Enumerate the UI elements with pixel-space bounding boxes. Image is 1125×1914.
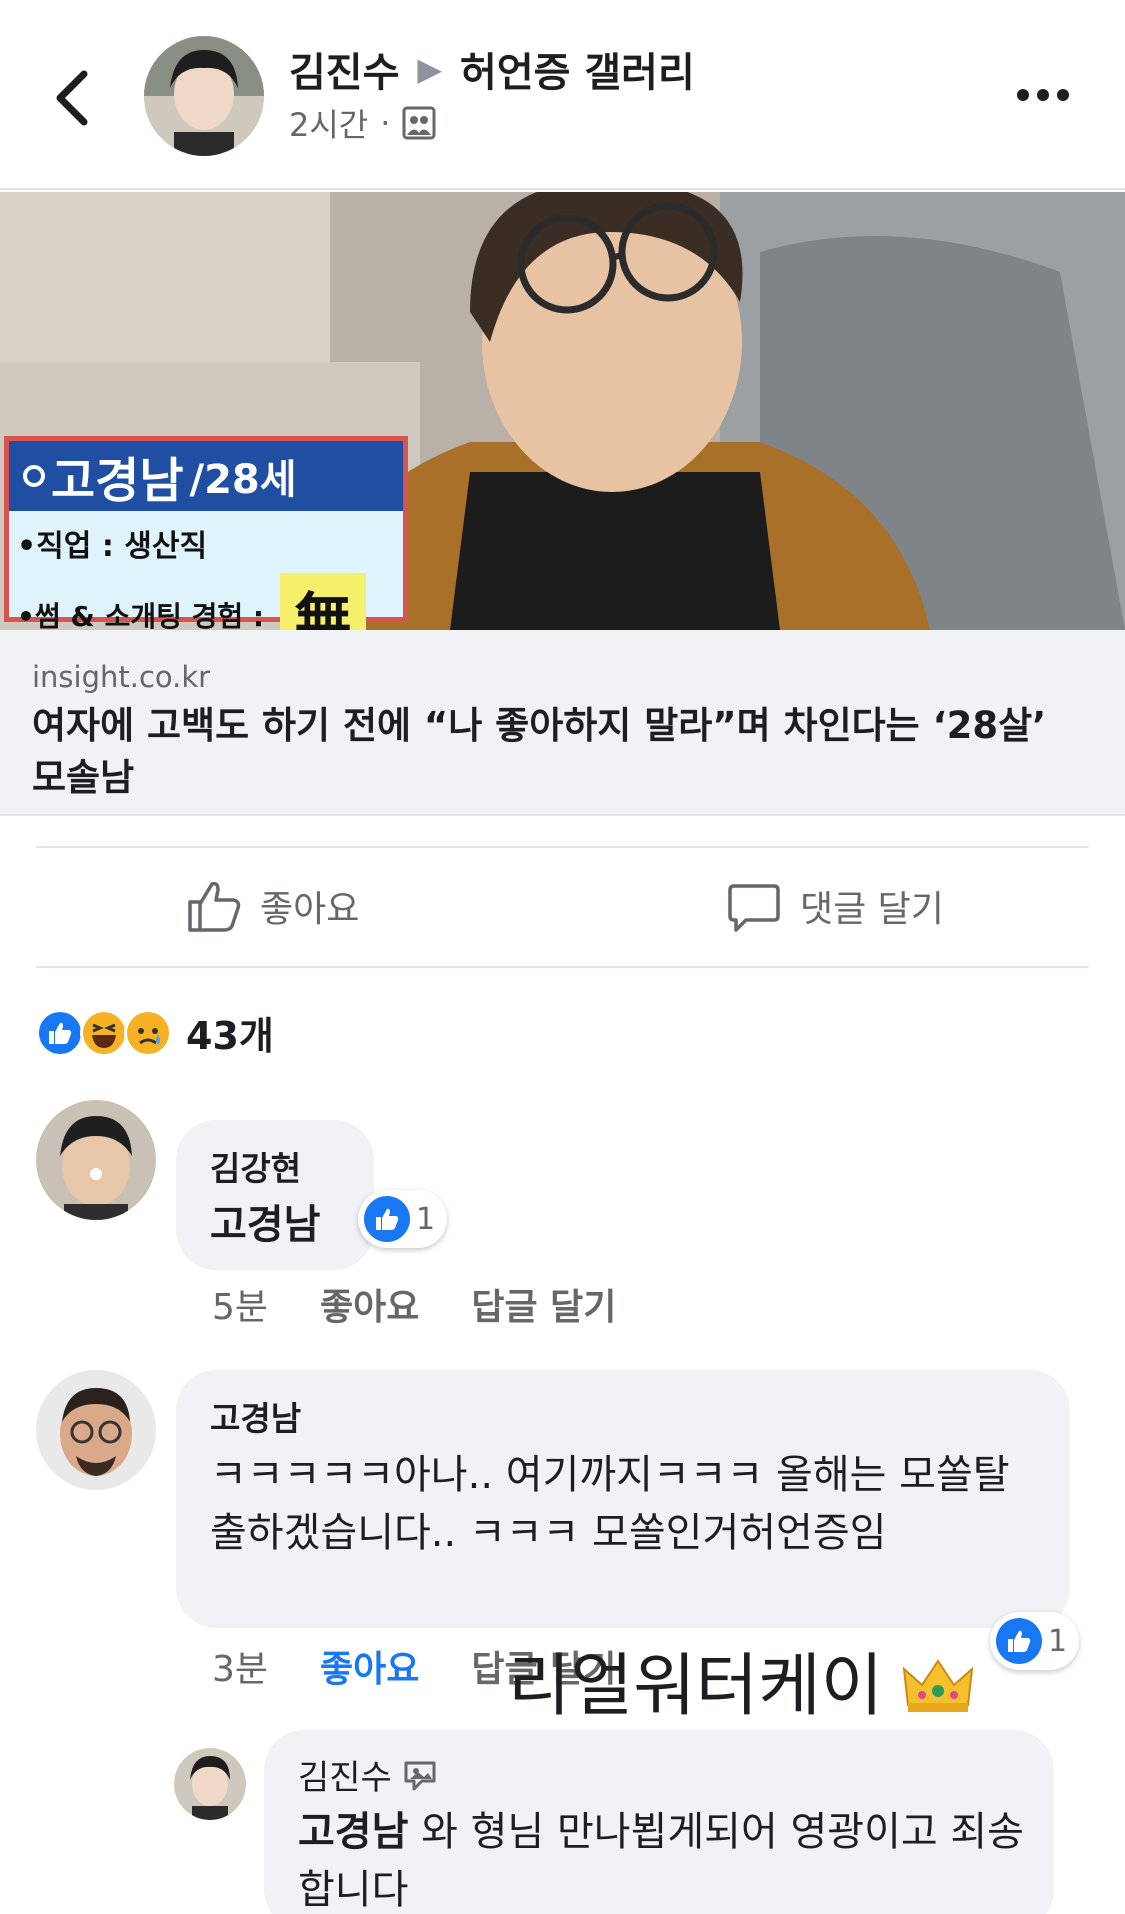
sad-reaction-icon xyxy=(124,1008,172,1057)
comment-author[interactable]: 고경남 xyxy=(210,1392,1036,1440)
more-dot-icon xyxy=(1037,89,1049,101)
reply-author-row: 김진수 xyxy=(298,1750,1020,1799)
commenter-avatar[interactable] xyxy=(36,1100,156,1220)
post-action-bar: 좋아요 댓글 달기 xyxy=(36,846,1089,968)
like-label: 좋아요 xyxy=(260,889,360,930)
caption-header: 고경남 /28세 xyxy=(9,441,403,511)
reply-avatar[interactable] xyxy=(174,1748,246,1820)
comment-like-count: 1 xyxy=(1048,1623,1068,1659)
comment-like-button[interactable]: 좋아요 xyxy=(320,1278,419,1330)
comment-like-button[interactable]: 좋아요 xyxy=(320,1640,419,1692)
comment-bubble-icon xyxy=(728,884,780,932)
more-dot-icon xyxy=(1057,89,1069,101)
comment-author[interactable]: 김강현 xyxy=(210,1142,340,1190)
caption-age: /28세 xyxy=(189,457,297,503)
link-title: 여자에 고백도 하기 전에 “나 좋아하지 말라”며 차인다는 ‘28살’ 모솔… xyxy=(32,704,1047,799)
haha-reaction-icon xyxy=(80,1008,128,1057)
caption-value: 無 xyxy=(280,573,367,630)
overlay-caption-text: 리얼워터케이 xyxy=(508,1648,884,1724)
reaction-count[interactable]: 43개 xyxy=(186,1005,274,1060)
link-preview-meta[interactable]: insight.co.kr 여자에 고백도 하기 전에 “나 좋아하지 말라”며… xyxy=(0,630,1125,816)
comment-button[interactable]: 댓글 달기 xyxy=(726,878,944,934)
like-reaction-icon xyxy=(996,1618,1042,1664)
like-reaction-icon xyxy=(364,1196,410,1242)
comment-time[interactable]: 3분 xyxy=(212,1640,268,1692)
comment-text: ㅋㅋㅋㅋㅋ아나.. 여기까지ㅋㅋㅋ 올해는 모쏠탈출하겠습니다.. ㅋㅋㅋ 모쏠… xyxy=(210,1452,1010,1556)
caption-row-job: •직업 : 생산직 xyxy=(17,529,208,564)
caption-row-dating-label: •썸 & 소개팅 경험 : xyxy=(17,600,265,630)
post-meta: 2시간 · xyxy=(289,100,436,146)
post-header: 김진수 ▶ 허언증 갤러리 2시간 · xyxy=(0,0,1125,190)
comment-text: 고경남 xyxy=(210,1202,321,1248)
comment-bubble[interactable]: 김강현 고경남 xyxy=(176,1120,374,1270)
group-icon xyxy=(402,106,436,140)
comment-label: 댓글 달기 xyxy=(800,889,944,930)
comment-time[interactable]: 5분 xyxy=(212,1278,268,1330)
group-name[interactable]: 허언증 갤러리 xyxy=(460,40,695,98)
post-time[interactable]: 2시간 xyxy=(289,100,368,146)
caption-circle-icon xyxy=(23,465,45,487)
more-options-button[interactable] xyxy=(1003,70,1083,120)
comment-bubble[interactable]: 고경남 ㅋㅋㅋㅋㅋ아나.. 여기까지ㅋㅋㅋ 올해는 모쏠탈출하겠습니다.. ㅋㅋ… xyxy=(176,1370,1070,1628)
comment-like-count: 1 xyxy=(416,1201,436,1237)
reply-text: 고경남 와 형님 만나뵙게되어 영광이고 죄송합니다 xyxy=(298,1803,1028,1914)
chevron-left-icon xyxy=(56,70,88,126)
reply-mention[interactable]: 고경남 xyxy=(298,1809,408,1855)
more-dot-icon xyxy=(1017,89,1029,101)
overlay-caption: 리얼워터케이 xyxy=(508,1630,974,1729)
comment-like-badge[interactable]: 1 xyxy=(990,1612,1080,1670)
link-preview-image[interactable]: 고경남 /28세 •직업 : 생산직 •썸 & 소개팅 경험 : 無 xyxy=(0,192,1125,630)
crown-icon xyxy=(902,1659,974,1712)
comment-like-badge[interactable]: 1 xyxy=(358,1190,448,1248)
triangle-right-icon: ▶ xyxy=(417,50,443,88)
link-domain: insight.co.kr xyxy=(32,660,211,694)
meta-dot: · xyxy=(380,104,391,142)
like-button[interactable]: 좋아요 xyxy=(186,878,359,934)
author-name[interactable]: 김진수 xyxy=(289,40,399,98)
edit-photo-icon xyxy=(404,1761,436,1790)
reply-author[interactable]: 김진수 xyxy=(298,1750,392,1799)
commenter-avatar[interactable] xyxy=(36,1370,156,1490)
post-title-row: 김진수 ▶ 허언증 갤러리 xyxy=(289,40,695,98)
caption-name: 고경남 xyxy=(51,453,184,509)
author-avatar[interactable] xyxy=(144,36,264,156)
comment-actions: 5분 좋아요 답글 달기 xyxy=(212,1278,668,1330)
reply-bubble[interactable]: 김진수 고경남 와 형님 만나뵙게되어 영광이고 죄송합니다 xyxy=(264,1730,1054,1914)
comment-reply-button[interactable]: 답글 달기 xyxy=(471,1278,616,1330)
reaction-summary[interactable]: 43개 xyxy=(36,1005,274,1060)
like-reaction-icon xyxy=(36,1008,84,1057)
image-caption-box: 고경남 /28세 •직업 : 생산직 •썸 & 소개팅 경험 : 無 xyxy=(4,436,408,630)
back-button[interactable] xyxy=(42,58,102,138)
caption-row-dating: •썸 & 소개팅 경험 : 無 xyxy=(9,573,403,630)
thumbs-up-icon xyxy=(188,881,241,932)
